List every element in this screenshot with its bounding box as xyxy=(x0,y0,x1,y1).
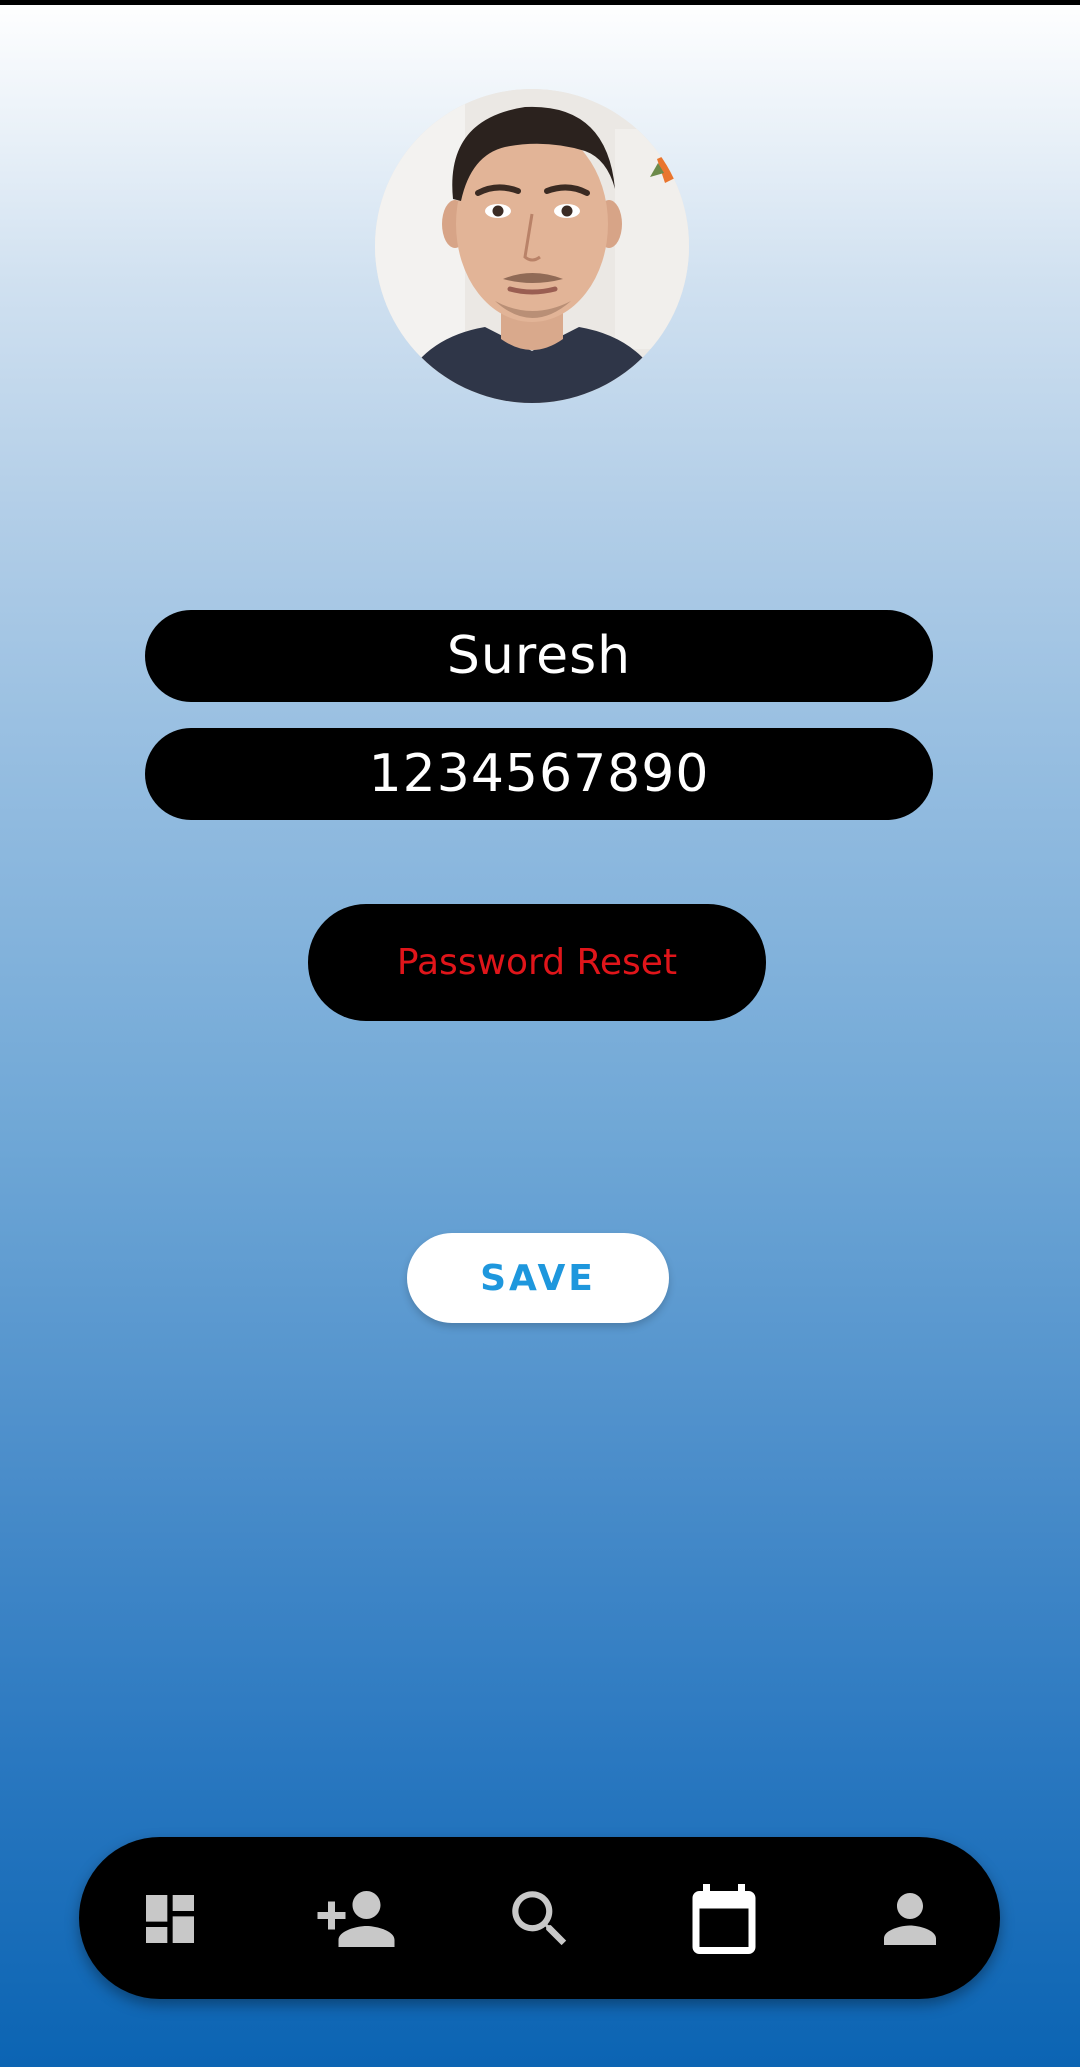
add-person-icon xyxy=(317,1891,395,1947)
search-icon xyxy=(512,1891,567,1946)
password-reset-label: Password Reset xyxy=(396,942,678,983)
name-value: Suresh xyxy=(446,626,632,686)
nav-profile[interactable] xyxy=(864,1873,956,1965)
status-bar-edge xyxy=(0,0,1080,5)
profile-avatar[interactable] xyxy=(375,89,689,403)
save-label: SAVE xyxy=(480,1257,596,1299)
dashboard-icon xyxy=(146,1895,194,1943)
password-reset-button[interactable]: Password Reset xyxy=(308,904,766,1021)
phone-field[interactable]: 1234567890 xyxy=(145,728,933,820)
name-field[interactable]: Suresh xyxy=(145,610,933,702)
nav-calendar[interactable] xyxy=(678,1873,770,1965)
nav-dashboard[interactable] xyxy=(124,1873,216,1965)
nav-search[interactable] xyxy=(494,1873,586,1965)
save-button[interactable]: SAVE xyxy=(407,1233,669,1323)
calendar-icon xyxy=(692,1884,756,1954)
person-icon xyxy=(884,1893,936,1945)
bottom-navigation-bar xyxy=(79,1837,1000,1999)
phone-value: 1234567890 xyxy=(368,744,710,804)
nav-add-person[interactable] xyxy=(310,1873,402,1965)
